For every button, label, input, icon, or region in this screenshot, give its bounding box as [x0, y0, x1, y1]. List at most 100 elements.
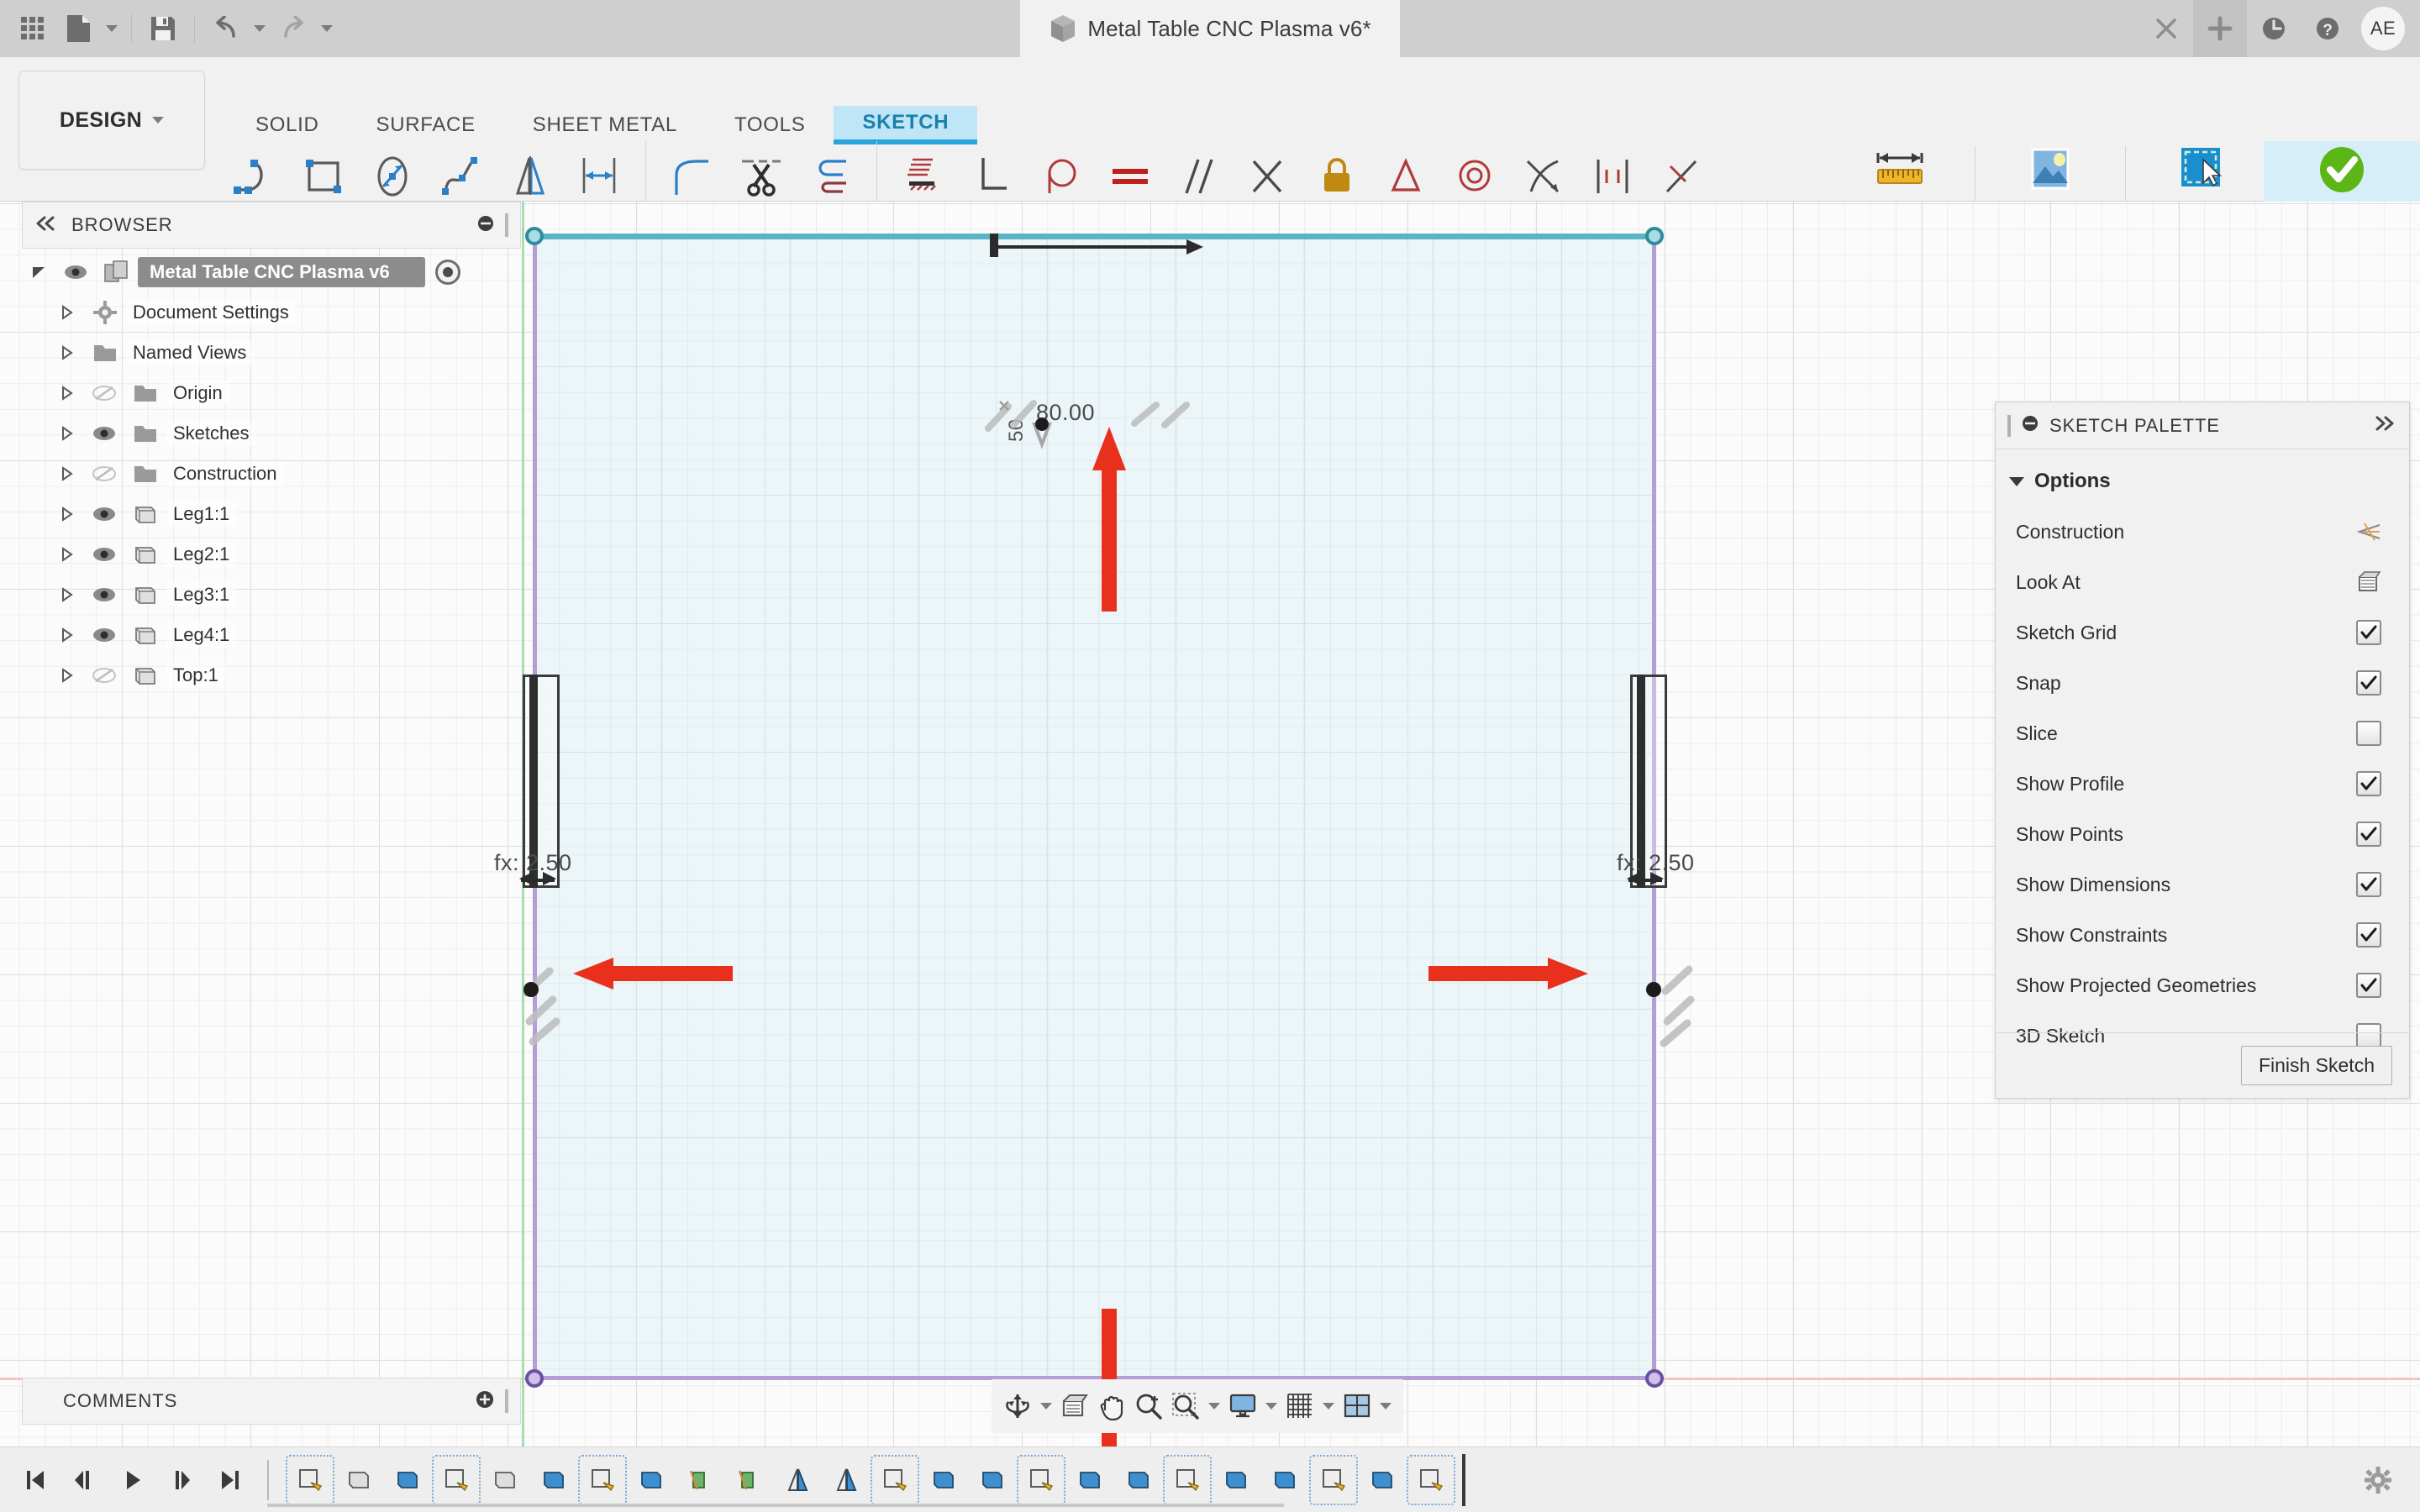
timeline-feature-extrude-blue-10[interactable] [1360, 1457, 1405, 1504]
show-projected-geometries-checkbox[interactable] [2352, 973, 2386, 998]
comments-resize-handle[interactable] [505, 1389, 508, 1413]
palette-row-slice[interactable]: Slice [1996, 708, 2409, 759]
look-at-icon[interactable] [2352, 570, 2386, 594]
twisty-collapsed-icon[interactable] [50, 627, 84, 643]
tree-item-sketches[interactable]: Sketches [22, 413, 521, 454]
tree-item-leg4[interactable]: Leg4:1 [22, 615, 521, 655]
palette-row-construction[interactable]: Construction [1996, 507, 2409, 557]
twisty-collapsed-icon[interactable] [50, 385, 84, 402]
finish-sketch-button[interactable]: Finish Sketch [2240, 1046, 2392, 1085]
tree-item-document-settings[interactable]: Document Settings [22, 292, 521, 333]
selected-top-edge[interactable] [533, 234, 1656, 239]
double-chevron-right-icon[interactable] [2374, 416, 2397, 435]
document-tab[interactable]: Metal Table CNC Plasma v6* [1020, 0, 1400, 57]
timeline-feature-extrude-blue-4[interactable] [921, 1457, 966, 1504]
timeline-feature-extrude-blue-6[interactable] [1067, 1457, 1113, 1504]
timeline-feature-mirror-green[interactable] [677, 1457, 723, 1504]
save-icon[interactable] [142, 8, 184, 50]
timeline-feature-sketch[interactable] [286, 1454, 334, 1505]
endpoint-top-right[interactable] [1645, 227, 1664, 245]
comments-panel[interactable]: COMMENTS [22, 1378, 521, 1425]
new-file-icon[interactable] [57, 8, 99, 50]
timeline-feature-sketch-7[interactable] [1309, 1454, 1358, 1505]
timeline-feature-extrude-grey-2[interactable] [482, 1457, 528, 1504]
palette-row-show-profile[interactable]: Show Profile [1996, 759, 2409, 809]
twisty-collapsed-icon[interactable] [50, 667, 84, 684]
orbit-dropdown-caret[interactable] [1037, 1383, 1055, 1430]
timeline-marker[interactable] [1462, 1453, 1465, 1506]
tree-item-construction[interactable]: Construction [22, 454, 521, 494]
avatar[interactable]: AE [2361, 7, 2405, 50]
timeline-feature-extrude-blue-2[interactable] [531, 1457, 576, 1504]
palette-row-show-projected-geometries[interactable]: Show Projected Geometries [1996, 960, 2409, 1011]
timeline-feature-sketch-3[interactable] [578, 1454, 627, 1505]
options-section-header[interactable]: Options [1996, 465, 2409, 507]
grid-snaps-icon[interactable] [1282, 1383, 1318, 1430]
show-points-checkbox[interactable] [2352, 822, 2386, 847]
twisty-collapsed-icon[interactable] [50, 546, 84, 563]
timeline-feature-extrude-blue-7[interactable] [1116, 1457, 1161, 1504]
twisty-collapsed-icon[interactable] [50, 586, 84, 603]
twisty-expanded-icon[interactable] [22, 264, 55, 281]
twisty-collapsed-icon[interactable] [50, 304, 84, 321]
palette-resize-handle[interactable] [2007, 414, 2011, 437]
viewports-dropdown-caret[interactable] [1376, 1383, 1395, 1430]
twisty-collapsed-icon[interactable] [50, 425, 84, 442]
palette-row-show-dimensions[interactable]: Show Dimensions [1996, 859, 2409, 910]
redo-icon[interactable] [272, 8, 314, 50]
show-profile-checkbox[interactable] [2352, 771, 2386, 796]
timeline-settings-gear-icon[interactable] [2354, 1457, 2402, 1504]
twisty-collapsed-icon[interactable] [50, 344, 84, 361]
dim-left-fx[interactable]: fx: 2.50 [494, 850, 572, 876]
timeline-feature-extrude-blue-8[interactable] [1213, 1457, 1259, 1504]
endpoint-bottom-right[interactable] [1645, 1369, 1664, 1388]
timeline-feature-extrude-grey[interactable] [336, 1457, 381, 1504]
visibility-eye-icon[interactable] [84, 546, 124, 563]
new-tab-icon[interactable] [2193, 0, 2247, 57]
timeline-feature-sketch-4[interactable] [871, 1454, 919, 1505]
timeline-feature-mirror-green-2[interactable] [726, 1457, 771, 1504]
orbit-icon[interactable] [1000, 1383, 1035, 1430]
visibility-eye-icon[interactable] [84, 425, 124, 442]
timeline-feature-sketch-active[interactable] [1407, 1454, 1455, 1505]
twisty-collapsed-icon[interactable] [50, 506, 84, 522]
construction-line-icon[interactable] [2352, 522, 2386, 542]
visibility-eye-icon[interactable] [84, 627, 124, 643]
visibility-eye-icon[interactable] [84, 586, 124, 603]
palette-row-snap[interactable]: Snap [1996, 658, 2409, 708]
tree-item-origin[interactable]: Origin [22, 373, 521, 413]
endpoint-bottom-left[interactable] [525, 1369, 544, 1388]
tree-item-top[interactable]: Top:1 [22, 655, 521, 696]
visibility-eye-icon[interactable] [84, 506, 124, 522]
tree-item-leg2[interactable]: Leg2:1 [22, 534, 521, 575]
timeline-feature-sketch-5[interactable] [1017, 1454, 1065, 1505]
undo-dropdown-caret[interactable] [250, 8, 269, 50]
go-to-start-icon[interactable] [15, 1458, 55, 1502]
palette-row-show-points[interactable]: Show Points [1996, 809, 2409, 859]
redo-dropdown-caret[interactable] [318, 8, 336, 50]
timeline-feature-mirror-blue-2[interactable] [823, 1457, 869, 1504]
display-dropdown-caret[interactable] [1262, 1383, 1281, 1430]
show-constraints-checkbox[interactable] [2352, 922, 2386, 948]
browser-resize-handle[interactable] [505, 213, 508, 237]
viewports-icon[interactable] [1339, 1383, 1375, 1430]
step-forward-icon[interactable] [161, 1458, 202, 1502]
timeline-feature-extrude-blue-3[interactable] [629, 1457, 674, 1504]
history-icon[interactable] [2247, 0, 2301, 57]
zoom-in-icon[interactable] [1131, 1383, 1166, 1430]
timeline-feature-extrude-blue[interactable] [385, 1457, 430, 1504]
new-file-dropdown-caret[interactable] [103, 8, 121, 50]
panel-menu-icon[interactable] [2021, 414, 2039, 437]
activate-component-radio[interactable] [434, 260, 460, 285]
look-at-view-icon[interactable] [1057, 1383, 1092, 1430]
tab-sketch[interactable]: SKETCH [834, 106, 978, 144]
palette-row-look-at[interactable]: Look At [1996, 557, 2409, 607]
sketch-grid-checkbox[interactable] [2352, 620, 2386, 645]
zoom-dropdown-caret[interactable] [1205, 1383, 1223, 1430]
tab-tools[interactable]: TOOLS [706, 106, 834, 144]
undo-icon[interactable] [205, 8, 247, 50]
tree-item-root[interactable]: Metal Table CNC Plasma v6 [22, 252, 521, 292]
help-icon[interactable]: ? [2301, 0, 2354, 57]
timeline-track[interactable] [267, 1504, 1284, 1507]
palette-row-sketch-grid[interactable]: Sketch Grid [1996, 607, 2409, 658]
